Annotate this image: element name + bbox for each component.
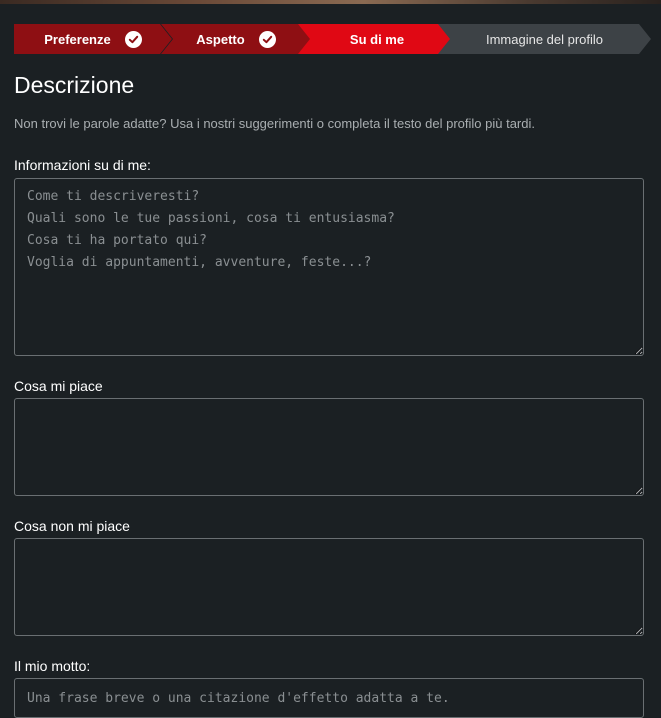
dislikes-textarea[interactable] [14, 538, 644, 636]
step-aspetto[interactable]: Aspetto [161, 24, 311, 54]
likes-textarea[interactable] [14, 398, 644, 496]
step-label: Su di me [349, 31, 405, 47]
check-icon [259, 31, 276, 48]
step-label: Immagine del profilo [485, 31, 604, 47]
about-textarea[interactable] [14, 178, 644, 356]
about-label: Informazioni su di me: [14, 157, 151, 173]
motto-label: Il mio motto: [14, 658, 91, 674]
dislikes-label: Cosa non mi piace [14, 518, 130, 534]
page-title: Descrizione [14, 72, 135, 98]
step-label: Preferenze [44, 31, 111, 47]
motto-input[interactable] [14, 678, 644, 718]
page-subtitle: Non trovi le parole adatte? Usa i nostri… [14, 116, 535, 131]
step-label: Aspetto [196, 31, 245, 47]
step-su-di-me[interactable]: Su di me [298, 24, 456, 54]
step-preferenze[interactable]: Preferenze [14, 24, 172, 54]
likes-label: Cosa mi piace [14, 378, 103, 394]
header-image-strip [0, 0, 661, 4]
progress-stepper: Preferenze Aspetto Su di me Immagine del… [14, 24, 651, 54]
check-icon [125, 31, 142, 48]
step-immagine-del-profilo[interactable]: Immagine del profilo [438, 24, 651, 54]
